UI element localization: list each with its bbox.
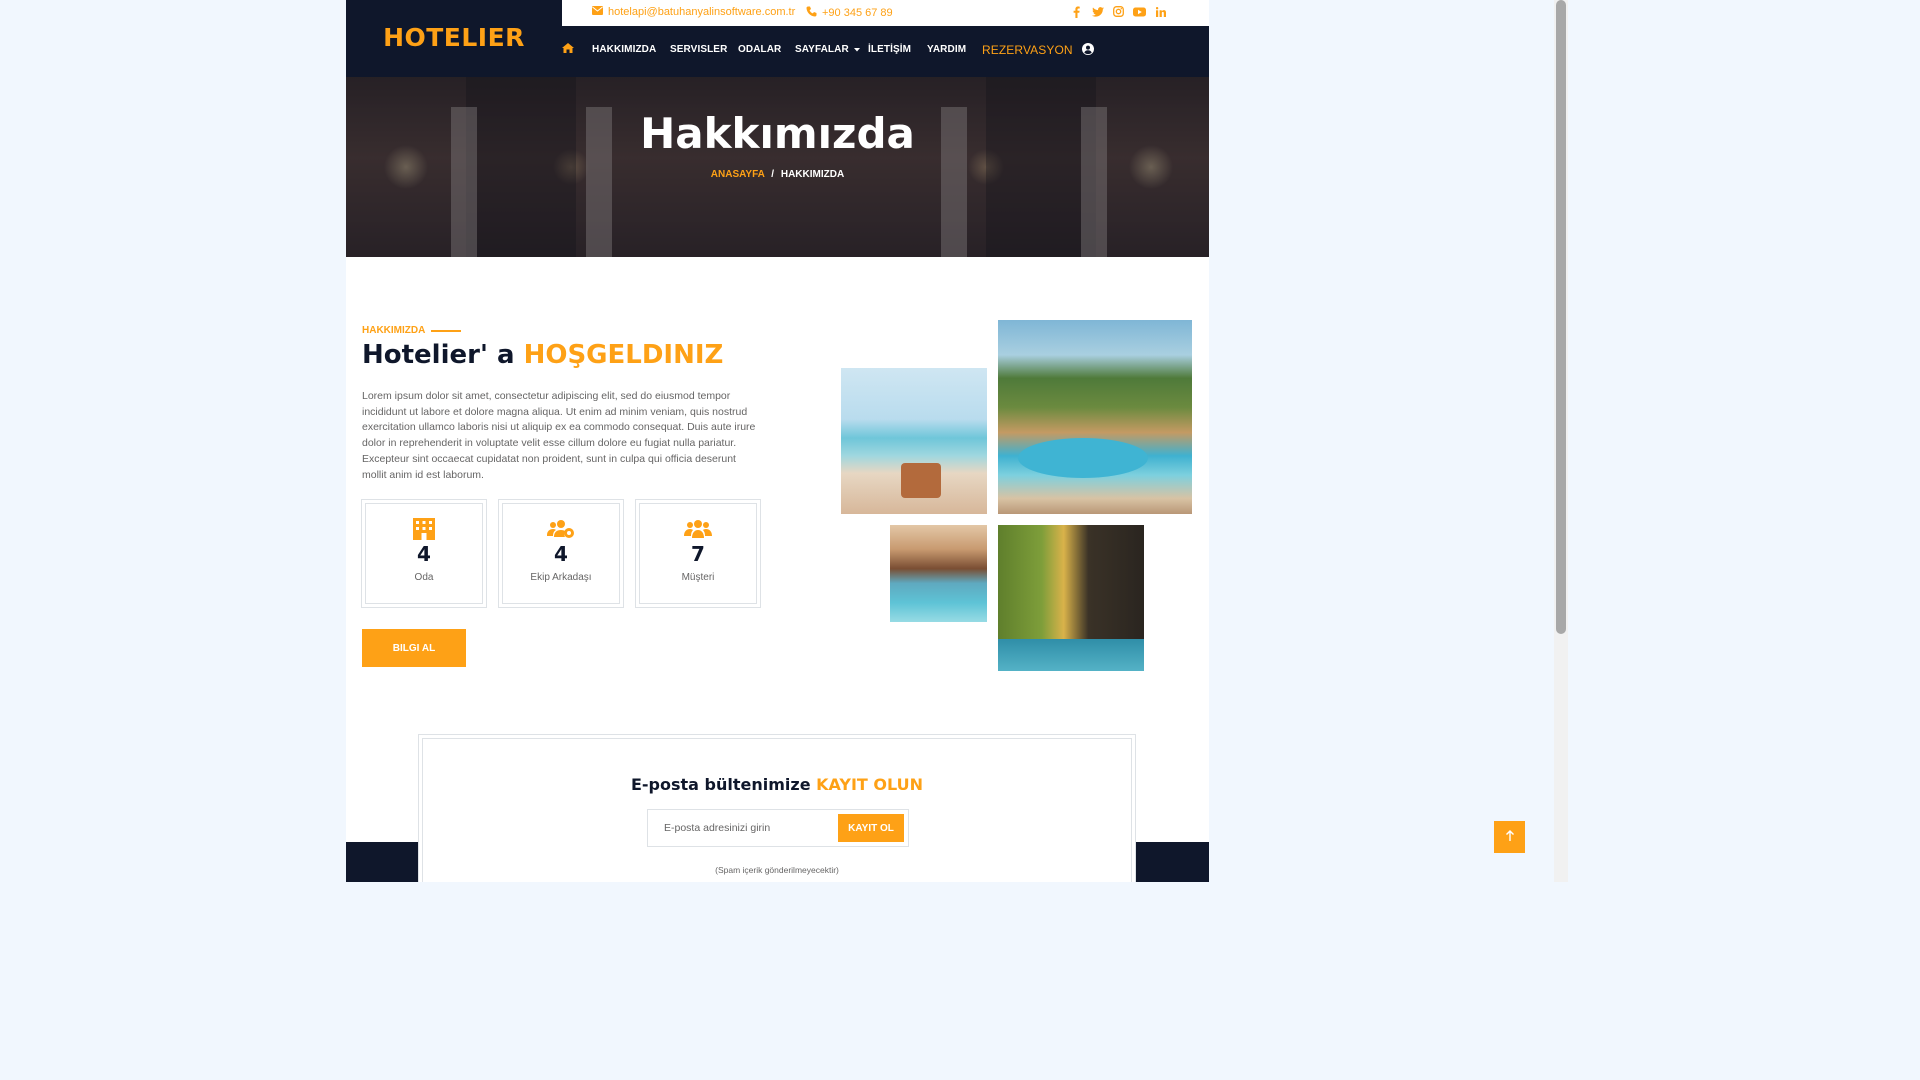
arrow-up-icon — [1505, 828, 1514, 846]
page-title: Hakkımızda — [640, 109, 915, 158]
hero-overlay — [346, 77, 1209, 257]
section-label-text: HAKKIMIZDA — [362, 325, 426, 336]
newsletter-title-accent: KAYIT OLUN — [816, 775, 924, 794]
stat-card-customers: 7 Müşteri — [635, 499, 761, 608]
breadcrumb-separator: / — [771, 169, 775, 180]
nav-item-odalar[interactable]: ODALAR — [738, 44, 781, 55]
stat-label: Müşteri — [681, 572, 715, 583]
nav-item-yardim[interactable]: YARDIM — [927, 44, 966, 55]
hotel-icon — [412, 518, 436, 540]
newsletter-title-prefix: E-posta bültenimize — [630, 775, 817, 794]
stat-value: 7 — [691, 542, 705, 566]
email-text: hotelapi@batuhanyalinsoftware.com.tr — [608, 6, 796, 18]
stat-value: 4 — [417, 542, 431, 566]
newsletter-title: E-posta bültenimize KAYIT OLUN — [423, 775, 1131, 794]
breadcrumb: ANASAYFA / HAKKIMIZDA — [346, 169, 1209, 180]
section-label: HAKKIMIZDA — [362, 325, 462, 336]
phone-icon — [806, 6, 817, 20]
user-icon[interactable] — [1082, 43, 1094, 58]
youtube-icon[interactable] — [1133, 5, 1146, 18]
nav-item-servisler[interactable]: SERVISLER — [670, 44, 727, 55]
about-image-sunset-pool — [890, 525, 987, 622]
breadcrumb-current: HAKKIMIZDA — [780, 169, 845, 180]
stat-label: Ekip Arkadaşı — [530, 572, 592, 583]
breadcrumb-home-link[interactable]: ANASAYFA — [711, 169, 765, 180]
newsletter-box: E-posta bültenimize KAYIT OLUN E-posta a… — [418, 734, 1136, 882]
back-to-top-button[interactable] — [1494, 821, 1525, 853]
facebook-icon[interactable] — [1070, 5, 1083, 18]
page-container: HOTELIER hotelapi@batuhanyalinsoftware.c… — [346, 0, 1209, 882]
nav-item-sayfalar[interactable]: SAYFALAR — [795, 44, 860, 55]
phone-contact[interactable]: +90 345 67 89 — [806, 6, 893, 20]
main-navbar: HAKKIMIZDA SERVISLER ODALAR SAYFALAR İLE… — [562, 26, 1209, 77]
nav-item-iletisim[interactable]: İLETİŞİM — [868, 44, 911, 55]
about-title-accent: HOŞGELDINIZ — [523, 340, 724, 370]
envelope-icon — [592, 6, 603, 18]
top-bar: hotelapi@batuhanyalinsoftware.com.tr +90… — [562, 0, 1209, 26]
newsletter-email-input[interactable]: E-posta adresinizi girin — [664, 822, 770, 834]
nav-item-sayfalar-label: SAYFALAR — [795, 44, 849, 56]
instagram-icon[interactable] — [1112, 5, 1125, 18]
nav-item-hakkimizda[interactable]: HAKKIMIZDA — [592, 44, 656, 55]
section-label-line — [431, 329, 462, 332]
caret-down-icon — [853, 44, 860, 55]
twitter-icon[interactable] — [1091, 5, 1104, 18]
page-scrollbar[interactable] — [1554, 0, 1568, 882]
newsletter-form: E-posta adresinizi girin KAYIT OL — [647, 809, 909, 847]
page-header-hero: Hakkımızda ANASAYFA / HAKKIMIZDA — [346, 77, 1209, 257]
brand-logo[interactable]: HOTELIER — [346, 0, 562, 77]
about-image-resort-pool — [998, 320, 1192, 514]
stat-label: Oda — [414, 572, 434, 583]
users-icon — [684, 518, 712, 540]
scrollbar-thumb[interactable] — [1556, 0, 1566, 634]
social-links — [1070, 5, 1167, 18]
users-cog-icon — [547, 518, 575, 540]
brand-name: HOTELIER — [383, 23, 525, 52]
phone-text: +90 345 67 89 — [822, 7, 893, 19]
newsletter-note: (Spam içerik gönderilmeyecektir) — [715, 865, 839, 875]
about-image-poolside-lounge — [998, 525, 1144, 671]
stat-value: 4 — [554, 542, 568, 566]
stat-card-team: 4 Ekip Arkadaşı — [498, 499, 624, 608]
about-description: Lorem ipsum dolor sit amet, consectetur … — [362, 390, 756, 481]
email-contact[interactable]: hotelapi@batuhanyalinsoftware.com.tr — [592, 6, 795, 18]
about-title: Hotelier' a HOŞGELDINIZ — [362, 340, 723, 370]
home-icon[interactable] — [562, 43, 574, 56]
about-title-prefix: Hotelier' a — [362, 340, 524, 370]
about-image-beach-pool — [841, 368, 987, 514]
newsletter-submit-button[interactable]: KAYIT OL — [838, 814, 904, 842]
stat-card-rooms: 4 Oda — [361, 499, 487, 608]
nav-item-rezervasyon[interactable]: REZERVASYON — [982, 43, 1073, 57]
linkedin-icon[interactable] — [1154, 5, 1167, 18]
info-button[interactable]: BILGI AL — [362, 629, 466, 667]
